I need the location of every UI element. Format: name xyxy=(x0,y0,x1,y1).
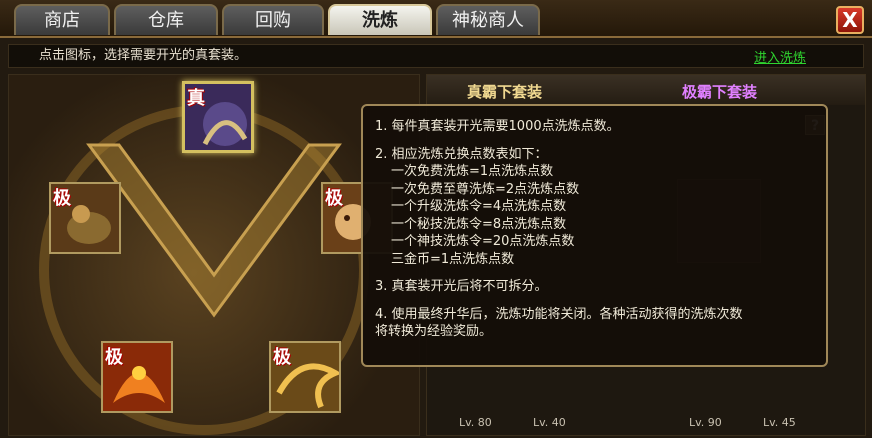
close-button[interactable]: X xyxy=(836,6,864,34)
rule-2: 2. 相应洗炼兑换点数表如下： xyxy=(375,146,548,162)
slot-tag: 极 xyxy=(273,347,291,368)
slot-true-dragon[interactable]: 真 xyxy=(182,81,254,153)
rule-4: 4. 使用最终升华后，洗炼功能将关闭。各种活动获得的洗炼次数 xyxy=(375,306,743,322)
slot-tag: 真 xyxy=(187,88,205,109)
set-ultimate-title: 极霸下套装 xyxy=(682,83,758,101)
tab-warehouse[interactable]: 仓库 xyxy=(114,4,218,35)
slot-tag: 极 xyxy=(105,347,123,368)
tab-mystic-merchant[interactable]: 神秘商人 xyxy=(436,4,540,35)
slot-tag: 极 xyxy=(53,188,71,209)
slot-ultimate-golden-dragon[interactable]: 极 xyxy=(269,341,341,413)
refine-rules-tooltip: 1. 每件真套装开光需要1000点洗炼点数。 2. 相应洗炼兑换点数表如下： 一… xyxy=(361,104,828,367)
rate-item: 三金币=1点洗炼点数 xyxy=(391,251,515,267)
rule-4-cont: 将转换为经验奖励。 xyxy=(375,324,493,339)
rate-item: 一个升级洗炼令=4点洗炼点数 xyxy=(391,199,567,214)
rate-item: 一个神技洗炼令=20点洗炼点数 xyxy=(391,234,575,249)
set-header: 真霸下套装 极霸下套装 xyxy=(427,75,865,105)
enter-refine-link[interactable]: 进入洗炼 xyxy=(754,47,806,66)
rule-3: 3. 真套装开光后将不可拆分。 xyxy=(375,279,548,294)
tab-refine[interactable]: 洗炼 xyxy=(328,4,432,35)
equipment-panel: 真 极 极 极 极 xyxy=(8,74,420,436)
rate-item: 一次免费洗炼=1点洗炼点数 xyxy=(391,164,554,179)
slot-ultimate-beast[interactable]: 极 xyxy=(49,182,121,254)
level-label: Lv. 90 xyxy=(689,416,722,429)
rule-1: 1. 每件真套装开光需要1000点洗炼点数。 xyxy=(375,119,620,134)
tab-shop[interactable]: 商店 xyxy=(14,4,110,35)
hint-text: 点击图标，选择需要开光的真套装。 xyxy=(39,48,248,63)
rate-item: 一个秘技洗炼令=8点洗炼点数 xyxy=(391,216,567,232)
tab-buyback[interactable]: 回购 xyxy=(222,4,324,35)
tab-bar: 商店 仓库 回购 洗炼 神秘商人 X xyxy=(0,0,872,36)
set-normal-title: 真霸下套装 xyxy=(467,83,543,101)
slot-ultimate-phoenix[interactable]: 极 xyxy=(101,341,173,413)
rate-item: 一次免费至尊洗炼=2点洗炼点数 xyxy=(391,181,580,197)
level-label: Lv. 80 xyxy=(459,416,492,429)
slot-tag: 极 xyxy=(325,188,343,209)
level-label: Lv. 40 xyxy=(533,416,566,429)
level-label: Lv. 45 xyxy=(763,416,796,429)
hint-bar: 点击图标，选择需要开光的真套装。 xyxy=(8,44,864,68)
